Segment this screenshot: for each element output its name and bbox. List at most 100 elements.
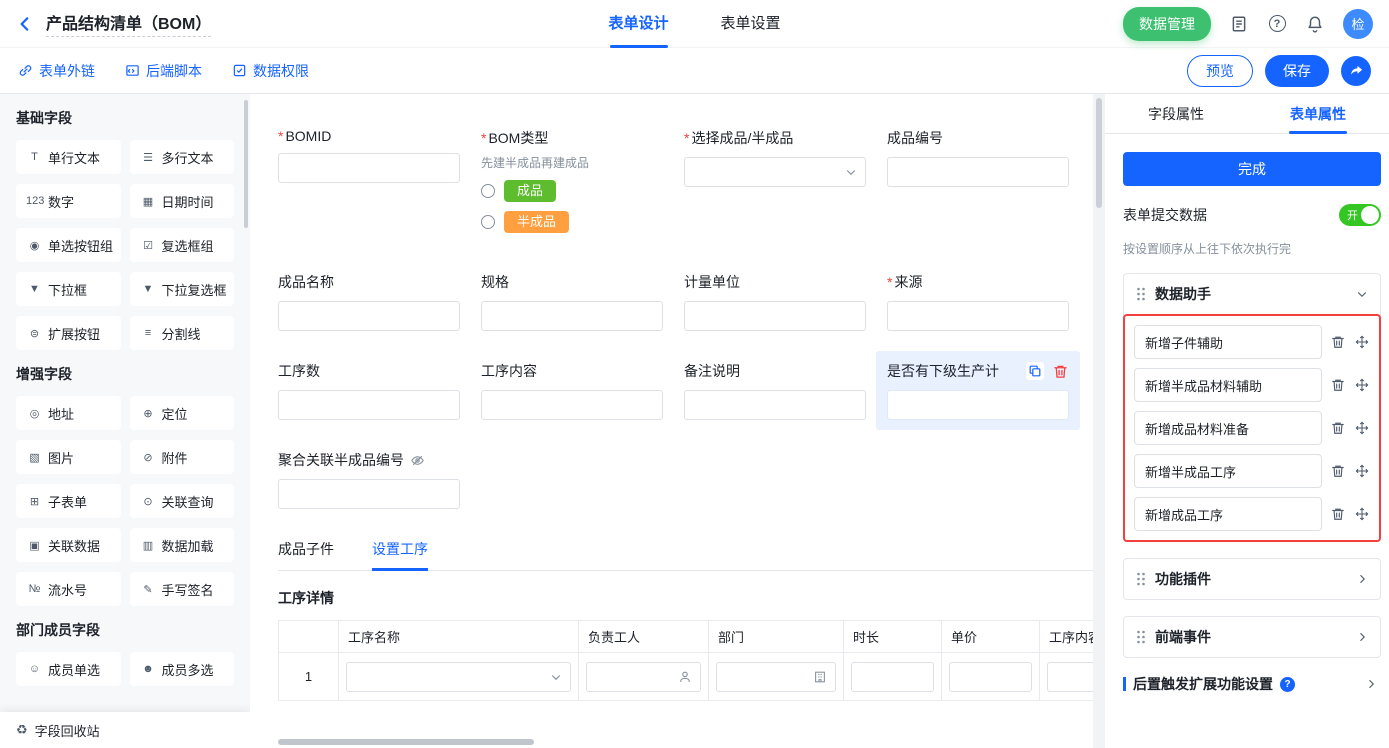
move-icon[interactable] bbox=[1354, 463, 1370, 479]
share-button[interactable] bbox=[1341, 56, 1371, 86]
data-permission-link[interactable]: 数据权限 bbox=[232, 61, 309, 81]
tab-field-properties[interactable]: 字段属性 bbox=[1105, 94, 1247, 133]
sidebar-item-checkbox-group[interactable]: ☑ 复选框组 bbox=[130, 228, 235, 262]
move-icon[interactable] bbox=[1354, 334, 1370, 350]
sidebar-scrollbar[interactable] bbox=[244, 100, 248, 228]
sidebar-item-address[interactable]: ◎ 地址 bbox=[16, 396, 121, 430]
sidebar-item-single-line-text[interactable]: T 单行文本 bbox=[16, 140, 121, 174]
field-remark[interactable]: 备注说明 bbox=[684, 361, 866, 420]
has-sub-plan-input[interactable] bbox=[887, 390, 1069, 420]
horizontal-scrollbar[interactable] bbox=[278, 739, 534, 745]
trash-icon[interactable] bbox=[1330, 463, 1346, 479]
move-icon[interactable] bbox=[1354, 506, 1370, 522]
process-content-cell-input[interactable] bbox=[1047, 662, 1093, 692]
tab-product-subparts[interactable]: 成品子件 bbox=[278, 539, 334, 570]
tab-form-settings[interactable]: 表单设置 bbox=[721, 0, 781, 48]
move-icon[interactable] bbox=[1354, 377, 1370, 393]
assistant-item-input[interactable]: 新增半成品工序 bbox=[1134, 454, 1322, 488]
submit-data-toggle[interactable]: 开 bbox=[1339, 204, 1381, 226]
process-content-input[interactable] bbox=[481, 390, 663, 420]
field-process-count[interactable]: 工序数 bbox=[278, 361, 460, 420]
back-button[interactable] bbox=[16, 14, 36, 34]
worker-input[interactable] bbox=[586, 662, 701, 692]
sidebar-item-multi-select[interactable]: ▼ 下拉复选框 bbox=[130, 272, 235, 306]
sidebar-item-member-multi[interactable]: ☻ 成员多选 bbox=[130, 652, 235, 686]
field-source[interactable]: *来源 bbox=[887, 272, 1069, 331]
unit-input[interactable] bbox=[684, 301, 866, 331]
field-recycle-bin[interactable]: ♻ 字段回收站 bbox=[0, 712, 250, 748]
trash-icon[interactable] bbox=[1330, 420, 1346, 436]
data-manage-button[interactable]: 数据管理 bbox=[1123, 7, 1211, 41]
spec-input[interactable] bbox=[481, 301, 663, 331]
field-product-name[interactable]: 成品名称 bbox=[278, 272, 460, 331]
sidebar-item-multi-line-text[interactable]: ☰ 多行文本 bbox=[130, 140, 235, 174]
assistant-item-input[interactable]: 新增半成品材料辅助 bbox=[1134, 368, 1322, 402]
duration-input[interactable] bbox=[851, 662, 934, 692]
remark-input[interactable] bbox=[684, 390, 866, 420]
radio-icon[interactable] bbox=[481, 184, 495, 198]
hidden-eye-icon[interactable] bbox=[410, 453, 425, 468]
assistant-item-input[interactable]: 新增成品材料准备 bbox=[1134, 411, 1322, 445]
sidebar-item-datetime[interactable]: ▦ 日期时间 bbox=[130, 184, 235, 218]
agg-semi-no-input[interactable] bbox=[278, 479, 460, 509]
save-button[interactable]: 保存 bbox=[1265, 55, 1329, 87]
price-input[interactable] bbox=[949, 662, 1032, 692]
tab-form-properties[interactable]: 表单属性 bbox=[1247, 94, 1389, 133]
bell-icon[interactable] bbox=[1305, 14, 1325, 34]
product-no-input[interactable] bbox=[887, 157, 1069, 187]
sidebar-item-divider[interactable]: ≡ 分割线 bbox=[130, 316, 235, 350]
finish-button[interactable]: 完成 bbox=[1123, 152, 1381, 186]
post-trigger-setting[interactable]: 后置触发扩展功能设置 ? bbox=[1123, 674, 1381, 694]
field-agg-semi-no[interactable]: 聚合关联半成品编号 bbox=[278, 450, 460, 509]
field-process-content[interactable]: 工序内容 bbox=[481, 361, 663, 420]
sidebar-item-attachment[interactable]: ⊘ 附件 bbox=[130, 440, 235, 474]
sidebar-item-linked-query[interactable]: ⊙ 关联查询 bbox=[130, 484, 235, 518]
assistant-item-input[interactable]: 新增成品工序 bbox=[1134, 497, 1322, 531]
process-count-input[interactable] bbox=[278, 390, 460, 420]
sidebar-item-number[interactable]: 123 数字 bbox=[16, 184, 121, 218]
copy-field-icon[interactable] bbox=[1026, 362, 1044, 380]
bom-type-option-semi[interactable]: 半成品 bbox=[481, 211, 663, 233]
preview-button[interactable]: 预览 bbox=[1187, 55, 1253, 87]
tab-set-process[interactable]: 设置工序 bbox=[372, 539, 428, 570]
select-product-dropdown[interactable] bbox=[684, 157, 866, 187]
move-icon[interactable] bbox=[1354, 420, 1370, 436]
sidebar-item-data-load[interactable]: ▥ 数据加载 bbox=[130, 528, 235, 562]
trash-icon[interactable] bbox=[1330, 377, 1346, 393]
drag-handle-icon[interactable] bbox=[1136, 287, 1146, 301]
field-spec[interactable]: 规格 bbox=[481, 272, 663, 331]
product-name-input[interactable] bbox=[278, 301, 460, 331]
field-has-sub-plan[interactable]: 是否有下级生产计 bbox=[876, 351, 1080, 430]
sidebar-item-subform[interactable]: ⊞ 子表单 bbox=[16, 484, 121, 518]
field-bomid[interactable]: *BOMID bbox=[278, 128, 460, 183]
sidebar-item-radio-group[interactable]: ◉ 单选按钮组 bbox=[16, 228, 121, 262]
radio-icon[interactable] bbox=[481, 215, 495, 229]
sidebar-item-serial-number[interactable]: № 流水号 bbox=[16, 572, 121, 606]
source-input[interactable] bbox=[887, 301, 1069, 331]
sidebar-item-extend-button[interactable]: ⊜ 扩展按钮 bbox=[16, 316, 121, 350]
bom-type-option-finished[interactable]: 成品 bbox=[481, 180, 663, 202]
sidebar-item-signature[interactable]: ✎ 手写签名 bbox=[130, 572, 235, 606]
function-plugin-header[interactable]: 功能插件 bbox=[1124, 559, 1380, 599]
field-select-product[interactable]: *选择成品/半成品 bbox=[684, 128, 866, 187]
field-product-no[interactable]: 成品编号 bbox=[887, 128, 1069, 187]
drag-handle-icon[interactable] bbox=[1136, 630, 1146, 644]
sidebar-item-location[interactable]: ⊕ 定位 bbox=[130, 396, 235, 430]
frontend-event-header[interactable]: 前端事件 bbox=[1124, 617, 1380, 657]
form-external-link[interactable]: 表单外链 bbox=[18, 61, 95, 81]
sidebar-item-member-single[interactable]: ☺ 成员单选 bbox=[16, 652, 121, 686]
vertical-scrollbar[interactable] bbox=[1096, 98, 1102, 208]
help-icon[interactable]: ? bbox=[1267, 14, 1287, 34]
trash-icon[interactable] bbox=[1330, 334, 1346, 350]
department-input[interactable] bbox=[716, 662, 836, 692]
sidebar-item-image[interactable]: ▧ 图片 bbox=[16, 440, 121, 474]
trash-icon[interactable] bbox=[1330, 506, 1346, 522]
bomid-input[interactable] bbox=[278, 153, 460, 183]
assistant-item-input[interactable]: 新增子件辅助 bbox=[1134, 325, 1322, 359]
drag-handle-icon[interactable] bbox=[1136, 572, 1146, 586]
field-bom-type[interactable]: *BOM类型 先建半成品再建成品 成品 半成品 bbox=[481, 128, 663, 242]
backend-script-link[interactable]: 后端脚本 bbox=[125, 61, 202, 81]
sidebar-item-linked-data[interactable]: ▣ 关联数据 bbox=[16, 528, 121, 562]
tab-form-design[interactable]: 表单设计 bbox=[608, 0, 668, 48]
sidebar-item-select[interactable]: ▼ 下拉框 bbox=[16, 272, 121, 306]
